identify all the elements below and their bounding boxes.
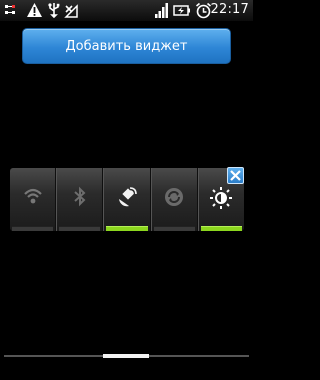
power-control-widget bbox=[10, 168, 244, 231]
usb-debug-icon bbox=[3, 2, 19, 22]
close-icon bbox=[230, 170, 241, 181]
sync-icon bbox=[165, 188, 184, 206]
toggle-bluetooth[interactable] bbox=[56, 168, 104, 231]
toggle-gps[interactable] bbox=[103, 168, 151, 231]
sync-indicator bbox=[153, 226, 195, 231]
bluetooth-icon bbox=[74, 186, 86, 207]
gps-icon bbox=[119, 187, 137, 207]
warning-icon bbox=[26, 2, 43, 22]
bluetooth-indicator bbox=[59, 226, 101, 231]
battery-icon bbox=[173, 2, 191, 22]
toggle-wifi[interactable] bbox=[10, 168, 57, 231]
wifi-indicator bbox=[12, 226, 54, 231]
widget-close-button[interactable] bbox=[227, 167, 244, 184]
status-bar[interactable]: 22:17 bbox=[0, 0, 253, 21]
homescreen-indicator-active bbox=[103, 354, 149, 358]
add-widget-button[interactable]: Добавить виджет bbox=[22, 28, 231, 64]
signal-bars-icon bbox=[155, 2, 169, 22]
wifi-icon bbox=[23, 188, 42, 204]
alarm-icon bbox=[195, 2, 212, 23]
brightness-icon bbox=[210, 187, 233, 209]
usb-icon bbox=[46, 2, 62, 23]
brightness-indicator bbox=[200, 226, 243, 231]
toggle-sync[interactable] bbox=[150, 168, 198, 231]
gps-indicator bbox=[106, 226, 148, 231]
status-clock: 22:17 bbox=[210, 2, 249, 17]
no-signal-icon bbox=[64, 2, 79, 22]
